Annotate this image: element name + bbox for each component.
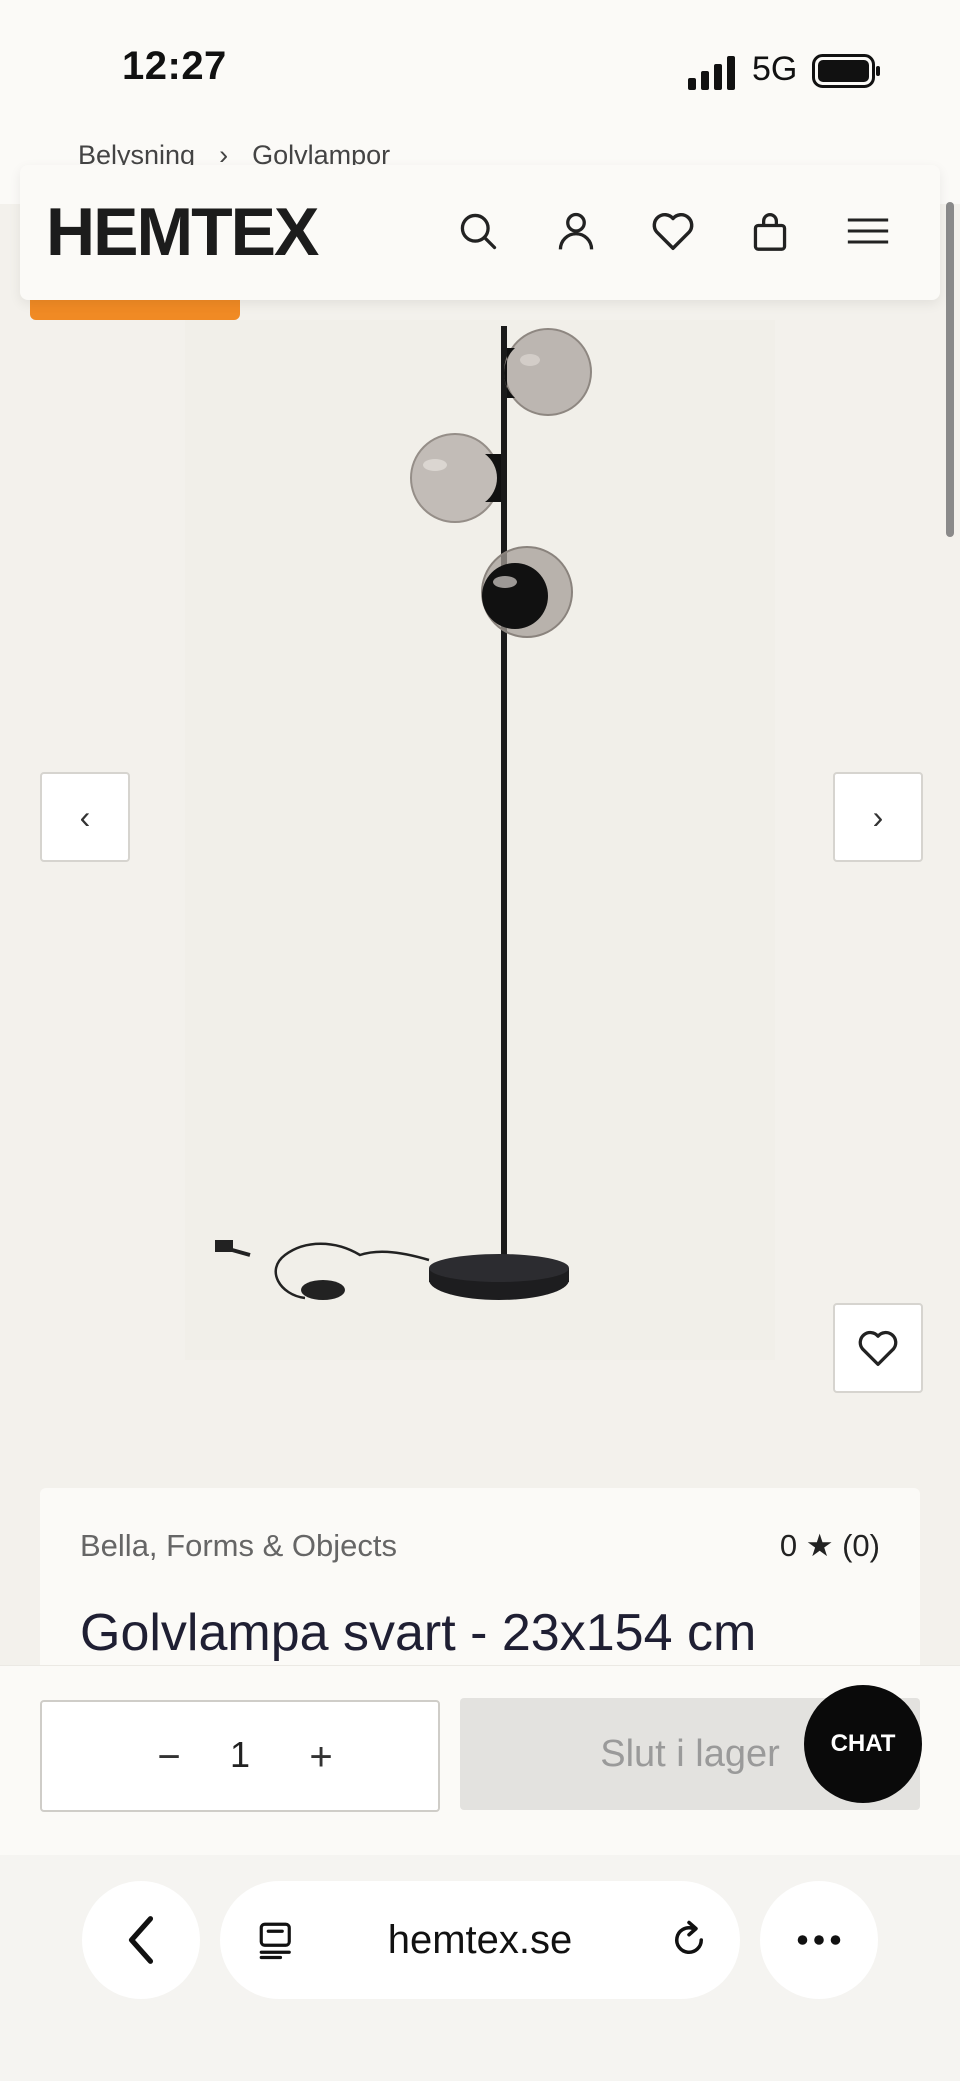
search-button[interactable]: [452, 205, 504, 257]
network-label: 5G: [752, 50, 798, 88]
chevron-right-icon: ›: [872, 798, 884, 835]
plus-icon: +: [309, 1734, 333, 1779]
wishlist-icon: [652, 213, 694, 250]
quantity-stepper: − 1 +: [40, 1700, 440, 1812]
more-icon: [797, 1935, 841, 1945]
status-time: 12:27: [122, 44, 227, 88]
cart-icon: [753, 213, 787, 251]
quantity-value[interactable]: 1: [42, 1734, 438, 1776]
hemtex-logo[interactable]: HEMTEX: [46, 193, 319, 271]
floor-lamp-image: [215, 326, 592, 1300]
gallery-next-button[interactable]: ›: [833, 772, 923, 862]
url-text: hemtex.se: [387, 1917, 573, 1962]
product-title: Golvlampa svart - 23x154 cm: [80, 1604, 757, 1662]
browser-toolbar: hemtex.se: [0, 1855, 960, 2081]
search-icon: [460, 213, 497, 250]
address-bar[interactable]: hemtex.se: [220, 1881, 740, 1999]
account-icon: [558, 212, 594, 250]
cart-button[interactable]: [744, 205, 796, 257]
scrollbar[interactable]: [946, 202, 954, 537]
chat-button[interactable]: CHAT: [804, 1685, 922, 1803]
product-brand[interactable]: Bella, Forms & Objects: [80, 1528, 397, 1564]
add-to-wishlist-button[interactable]: [833, 1303, 923, 1393]
wishlist-button[interactable]: [647, 205, 699, 257]
chat-label: CHAT: [830, 1730, 896, 1757]
sold-out-label: Slut i lager: [600, 1732, 780, 1775]
increase-quantity-button[interactable]: +: [286, 1722, 356, 1792]
battery-icon: [812, 54, 880, 88]
product-image: [185, 320, 775, 1360]
chevron-left-icon: ‹: [79, 798, 91, 835]
chevron-left-icon: [128, 1916, 154, 1964]
product-rating[interactable]: 0 ★ (0): [780, 1528, 880, 1564]
signal-icon: [688, 56, 735, 90]
product-info-card: Bella, Forms & Objects 0 ★ (0) Golvlampa…: [40, 1488, 920, 1688]
reload-icon[interactable]: [668, 1919, 710, 1961]
site-header: HEMTEX: [20, 165, 940, 300]
gallery-prev-button[interactable]: ‹: [40, 772, 130, 862]
menu-button[interactable]: [842, 205, 894, 257]
browser-more-button[interactable]: [760, 1881, 878, 1999]
browser-back-button[interactable]: [82, 1881, 200, 1999]
account-button[interactable]: [550, 205, 602, 257]
menu-icon: [847, 218, 889, 244]
heart-icon: [858, 1330, 898, 1366]
tab-overview-icon[interactable]: [256, 1919, 298, 1961]
